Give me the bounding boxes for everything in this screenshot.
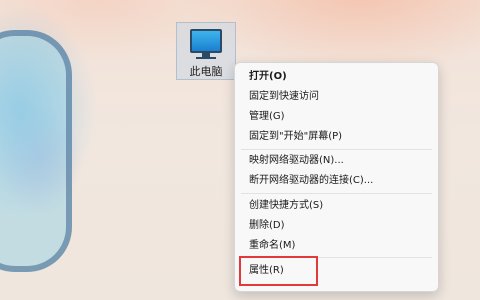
menu-item-delete[interactable]: 删除(D) — [249, 219, 285, 233]
menu-item-create-shortcut[interactable]: 创建快捷方式(S) — [249, 199, 323, 213]
desktop-icon-label: 此电脑 — [189, 65, 223, 78]
menu-item-pin-quick-access[interactable]: 固定到快速访问 — [249, 90, 319, 104]
menu-item-map-drive[interactable]: 映射网络驱动器(N)... — [249, 154, 344, 168]
menu-item-properties[interactable]: 属性(R) — [249, 264, 284, 278]
menu-separator — [241, 193, 432, 194]
menu-item-pin-start[interactable]: 固定到"开始"屏幕(P) — [249, 130, 342, 144]
monitor-icon — [190, 29, 222, 53]
this-pc-desktop-icon[interactable]: 此电脑 — [176, 22, 236, 80]
monitor-base — [196, 57, 216, 59]
menu-item-disconnect-drive[interactable]: 断开网络驱动器的连接(C)... — [249, 174, 373, 188]
context-menu: 打开(O) 固定到快速访问 管理(G) 固定到"开始"屏幕(P) 映射网络驱动器… — [234, 62, 439, 292]
wallpaper-art — [0, 30, 72, 272]
menu-separator — [241, 149, 432, 150]
menu-item-manage[interactable]: 管理(G) — [249, 110, 285, 124]
menu-item-open[interactable]: 打开(O) — [249, 70, 287, 84]
menu-item-rename[interactable]: 重命名(M) — [249, 239, 295, 253]
